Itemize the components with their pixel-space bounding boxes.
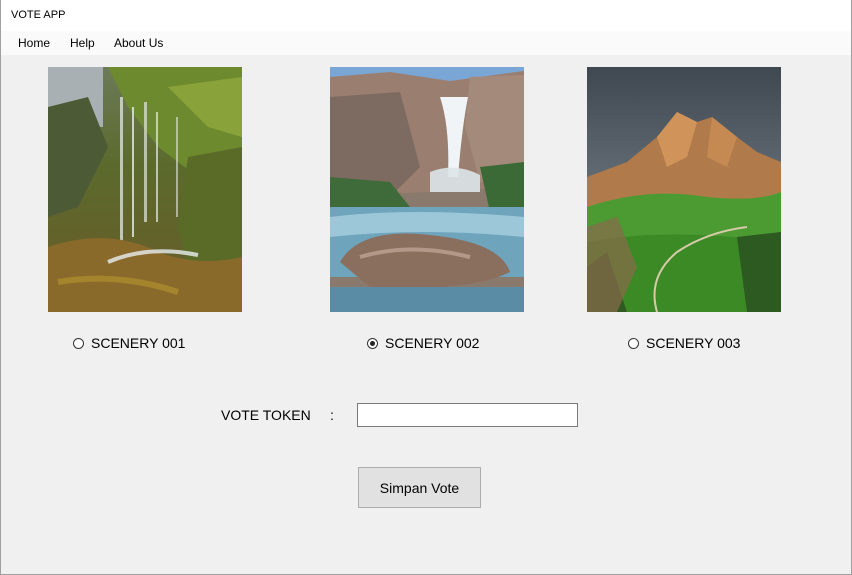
radio-button-icon[interactable] <box>73 337 84 349</box>
radio-button-checked-icon[interactable] <box>367 337 378 349</box>
radio-button-icon[interactable] <box>628 337 639 349</box>
menu-item-home[interactable]: Home <box>18 36 50 50</box>
save-vote-button[interactable]: Simpan Vote <box>358 467 481 508</box>
vote-token-input[interactable] <box>357 403 578 427</box>
scenery-001-image <box>48 67 242 312</box>
scenery-002-image <box>330 67 524 312</box>
vote-token-label: VOTE TOKEN <box>221 407 311 423</box>
radio-scenery-003[interactable]: SCENERY 003 <box>628 335 740 351</box>
title-bar: VOTE APP <box>0 0 852 31</box>
radio-scenery-002[interactable]: SCENERY 002 <box>367 335 479 351</box>
vote-token-colon: : <box>330 407 334 423</box>
menu-item-help[interactable]: Help <box>70 36 95 50</box>
scenery-003-image <box>587 67 781 312</box>
window-title: VOTE APP <box>11 9 66 21</box>
radio-label-scenery-003: SCENERY 003 <box>646 335 741 351</box>
radio-label-scenery-002: SCENERY 002 <box>385 335 480 351</box>
radio-scenery-001[interactable]: SCENERY 001 <box>73 335 185 351</box>
menu-item-about-us[interactable]: About Us <box>114 36 163 50</box>
radio-label-scenery-001: SCENERY 001 <box>91 335 186 351</box>
menu-bar: Home Help About Us <box>0 31 852 55</box>
